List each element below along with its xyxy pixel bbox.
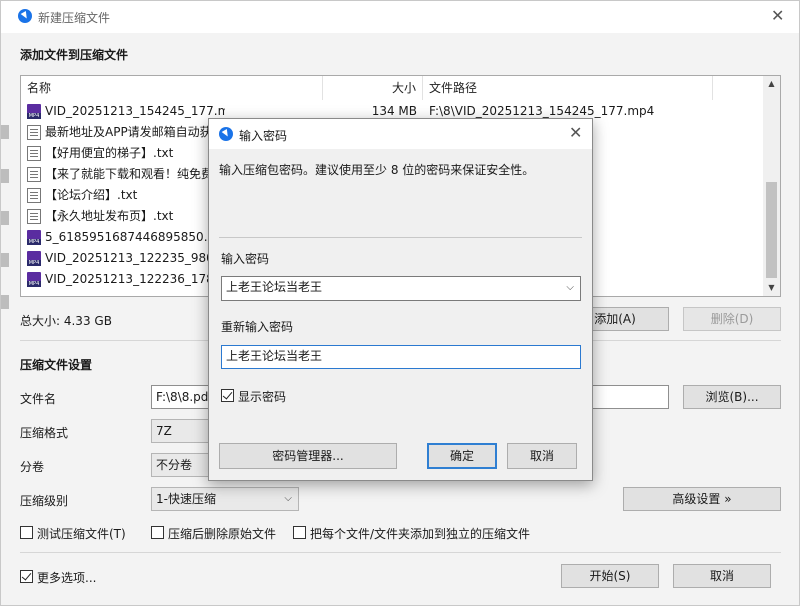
dialog-cancel-button[interactable]: 取消	[507, 443, 577, 469]
confirm-password-label: 重新输入密码	[221, 320, 294, 334]
more-options-checkbox[interactable]	[20, 570, 33, 583]
text-file-icon	[27, 167, 41, 182]
advanced-settings-button[interactable]: 高级设置 »	[623, 487, 781, 511]
password-input[interactable]: 上老王论坛当老王 ⌵	[221, 276, 581, 301]
column-header-path[interactable]: 文件路径	[423, 76, 713, 100]
column-header-size[interactable]: 大小	[323, 76, 423, 100]
test-archive-checkbox[interactable]	[20, 526, 33, 539]
file-name-cell: VID_20251213_154245_177.mp4	[45, 104, 225, 118]
split-label: 分卷	[20, 460, 45, 474]
split-select-value: 不分卷	[156, 458, 193, 472]
title-bar: 新建压缩文件 ✕	[1, 1, 799, 33]
chevron-down-icon[interactable]: ⌵	[566, 277, 574, 298]
text-file-icon	[27, 188, 41, 203]
background-window-edge	[1, 211, 9, 225]
divider	[219, 237, 582, 238]
separate-archives-checkbox[interactable]	[293, 526, 306, 539]
file-name-cell: 最新地址及APP请发邮箱自动获	[45, 125, 212, 139]
chevron-down-icon: ⌵	[284, 493, 292, 504]
format-select-value: 7Z	[156, 424, 172, 438]
level-select-value: 1-快速压缩	[156, 492, 216, 506]
text-file-icon	[27, 146, 41, 161]
add-files-heading: 添加文件到压缩文件	[20, 48, 129, 62]
background-window-edge	[1, 295, 9, 309]
app-logo-icon	[219, 127, 233, 141]
delete-button[interactable]: 删除(D)	[683, 307, 781, 331]
dialog-title-bar: 输入密码 ✕	[209, 119, 592, 149]
browse-button[interactable]: 浏览(B)...	[683, 385, 781, 409]
text-file-icon	[27, 209, 41, 224]
level-select[interactable]: 1-快速压缩 ⌵	[151, 487, 299, 511]
video-file-icon	[27, 104, 41, 119]
more-options-label[interactable]: 更多选项...	[37, 569, 96, 586]
confirm-password-input[interactable]: 上老王论坛当老王	[221, 345, 581, 369]
show-password-label[interactable]: 显示密码	[238, 388, 286, 405]
separate-archives-label[interactable]: 把每个文件/文件夹添加到独立的压缩文件	[310, 525, 530, 542]
file-name-cell: 【论坛介绍】.txt	[45, 188, 138, 202]
cancel-button[interactable]: 取消	[673, 564, 771, 588]
close-icon[interactable]: ✕	[569, 125, 582, 141]
background-window-edge	[1, 125, 9, 139]
total-size: 总大小: 4.33 GB	[20, 314, 112, 328]
column-header-name[interactable]: 名称	[21, 76, 323, 100]
background-window-edge	[1, 169, 9, 183]
delete-source-label[interactable]: 压缩后删除原始文件	[168, 525, 276, 542]
scroll-up-icon[interactable]: ▲	[763, 76, 780, 92]
window-title: 新建压缩文件	[38, 11, 111, 25]
file-list-scrollbar[interactable]: ▲ ▼	[763, 76, 780, 296]
file-name-cell: VID_20251213_122236_178.mp	[45, 272, 225, 286]
file-name-cell: 【永久地址发布页】.txt	[45, 209, 174, 223]
text-file-icon	[27, 125, 41, 140]
video-file-icon	[27, 230, 41, 245]
filename-label: 文件名	[20, 392, 57, 406]
password-dialog: 输入密码 ✕ 输入压缩包密码。建议使用至少 8 位的密码来保证安全性。 输入密码…	[208, 118, 593, 481]
video-file-icon	[27, 251, 41, 266]
video-file-icon	[27, 272, 41, 287]
file-name-cell: 【来了就能下载和观看！纯免费	[45, 167, 214, 181]
background-window-edge	[1, 253, 9, 267]
divider	[20, 552, 781, 553]
dialog-title: 输入密码	[239, 129, 288, 143]
settings-heading: 压缩文件设置	[20, 358, 93, 372]
password-value: 上老王论坛当老王	[226, 280, 323, 294]
file-name-cell: 【好用便宜的梯子】.txt	[45, 146, 174, 160]
scrollbar-thumb[interactable]	[766, 182, 777, 278]
file-name-cell: VID_20251213_122235_980.mp	[45, 251, 225, 265]
start-button[interactable]: 开始(S)	[561, 564, 659, 588]
level-label: 压缩级别	[20, 494, 69, 508]
password-manager-button[interactable]: 密码管理器...	[219, 443, 397, 469]
test-archive-label[interactable]: 测试压缩文件(T)	[37, 525, 126, 542]
app-logo-icon	[18, 9, 32, 23]
dialog-description: 输入压缩包密码。建议使用至少 8 位的密码来保证安全性。	[219, 163, 535, 177]
close-icon[interactable]: ✕	[771, 8, 784, 24]
scroll-down-icon[interactable]: ▼	[763, 280, 780, 296]
show-password-checkbox[interactable]	[221, 389, 234, 402]
ok-button[interactable]: 确定	[427, 443, 497, 469]
file-name-cell: 5_6185951687446895850.mp	[45, 230, 225, 244]
delete-source-checkbox[interactable]	[151, 526, 164, 539]
password-label: 输入密码	[221, 252, 270, 266]
format-label: 压缩格式	[20, 426, 69, 440]
